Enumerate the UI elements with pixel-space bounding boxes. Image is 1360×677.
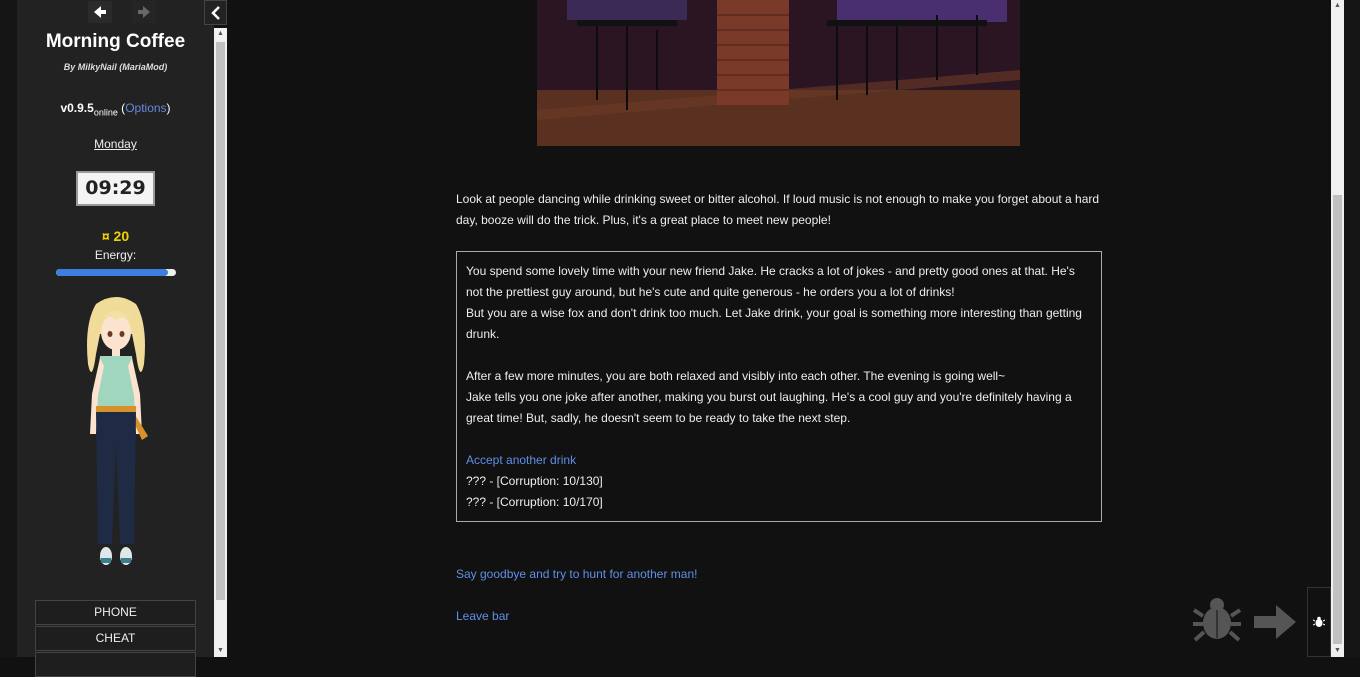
accept-drink-link[interactable]: Accept another drink <box>466 450 1092 471</box>
bar-scene-image <box>537 0 1020 146</box>
debug-toggle-button[interactable] <box>1307 587 1331 657</box>
energy-bar <box>56 269 176 276</box>
event-text-1: You spend some lovely time with your new… <box>466 264 1075 299</box>
options-link[interactable]: Options <box>125 101 166 115</box>
bug-icon[interactable] <box>1192 594 1242 644</box>
scroll-down-arrow[interactable]: ▼ <box>214 645 227 657</box>
left-gutter <box>0 0 17 657</box>
clock: 09:29 <box>76 171 155 206</box>
story-author: By MilkyNail (MariaMod) <box>63 62 168 72</box>
history-forward-button[interactable] <box>132 1 156 23</box>
leave-bar-link[interactable]: Leave bar <box>456 609 509 623</box>
sidebar-scrollbar[interactable]: ▲ ▼ <box>214 28 227 657</box>
sidebar-collapse-button[interactable] <box>204 0 227 25</box>
right-gutter <box>1344 0 1360 657</box>
event-text-3: After a few more minutes, you are both r… <box>466 369 1006 383</box>
event-box: You spend some lovely time with your new… <box>456 251 1102 522</box>
event-text-2: But you are a wise fox and don't drink t… <box>466 306 1082 341</box>
scroll-down-arrow[interactable]: ▼ <box>1331 645 1344 657</box>
scroll-thumb[interactable] <box>216 42 225 600</box>
menu-button-partial[interactable] <box>35 652 196 677</box>
version-suffix: online <box>93 107 118 118</box>
cheat-button[interactable]: CHEAT <box>35 626 196 651</box>
page-scrollbar[interactable]: ▲ ▼ <box>1331 0 1344 657</box>
scroll-up-arrow[interactable]: ▲ <box>214 28 227 40</box>
currency-icon: ¤ <box>101 228 110 244</box>
money-value: 20 <box>113 228 130 244</box>
chevron-left-icon <box>210 5 220 20</box>
say-goodbye-link[interactable]: Say goodbye and try to hunt for another … <box>456 567 698 581</box>
scroll-thumb[interactable] <box>1333 195 1342 644</box>
history-back-button[interactable] <box>88 1 112 23</box>
character-avatar <box>87 297 148 565</box>
arrow-left-icon <box>94 6 106 18</box>
event-text-4: Jake tells you one joke after another, m… <box>466 390 1072 425</box>
arrow-right-icon[interactable] <box>1250 597 1300 647</box>
passage-content: Look at people dancing while drinking sw… <box>227 0 1331 657</box>
story-title: Morning Coffee <box>45 31 186 52</box>
energy-label: Energy: <box>94 248 137 262</box>
locked-choice-1: ??? - [Corruption: 10/130] <box>466 474 603 488</box>
locked-choice-2: ??? - [Corruption: 10/170] <box>466 495 603 509</box>
energy-bar-fill <box>56 269 168 276</box>
phone-button[interactable]: PHONE <box>35 600 196 625</box>
weekday: Monday <box>94 137 137 151</box>
version-line: v0.9.5online (Options) <box>60 101 171 118</box>
arrow-right-icon <box>138 6 150 18</box>
bug-icon <box>1313 616 1325 627</box>
location-description: Look at people dancing while drinking sw… <box>456 192 1100 227</box>
money-counter: ¤ 20 <box>17 228 214 244</box>
scroll-up-arrow[interactable]: ▲ <box>1331 0 1344 12</box>
version-number: v0.9.5 <box>60 101 94 115</box>
